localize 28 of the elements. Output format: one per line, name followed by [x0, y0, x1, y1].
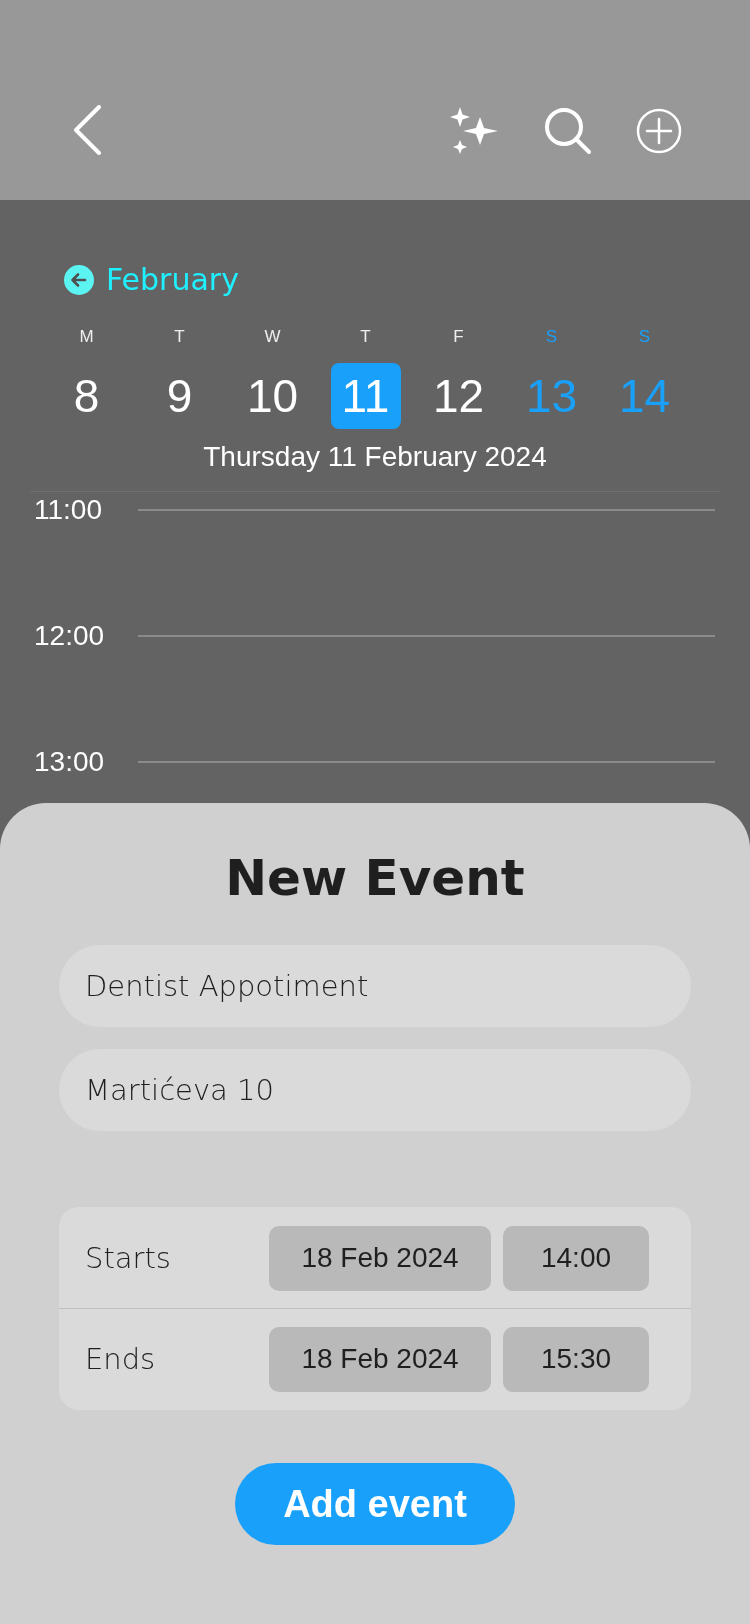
sheet-title: New Event: [225, 849, 525, 907]
month-link[interactable]: February: [106, 262, 239, 297]
search-icon[interactable]: [544, 107, 592, 155]
back-icon[interactable]: [72, 105, 102, 155]
weekday-label: T: [174, 327, 185, 348]
time-label: Starts: [85, 1241, 172, 1275]
hour-label: 11:00: [34, 494, 103, 526]
date-picker[interactable]: 18 Feb 2024: [269, 1225, 491, 1291]
weekday-label: S: [638, 327, 651, 348]
date-heading: Thursday 11 February 2024: [202, 441, 548, 473]
time-picker[interactable]: 15:30: [503, 1326, 649, 1392]
hour-label: 13:00: [34, 746, 106, 778]
hour-label: 12:00: [34, 620, 106, 652]
date-picker[interactable]: 18 Feb 2024: [269, 1326, 491, 1392]
day-number[interactable]: 8: [51, 363, 122, 429]
weekday-label: S: [545, 327, 558, 348]
time-label: Ends: [85, 1342, 157, 1376]
weekday-label: F: [453, 327, 464, 348]
add-icon[interactable]: [636, 108, 682, 154]
day-number[interactable]: 10: [237, 363, 308, 429]
text-field[interactable]: Martićeva 10: [59, 1049, 691, 1131]
weekday-label: M: [79, 327, 94, 348]
text-field[interactable]: Dentist Appotiment: [59, 945, 691, 1027]
time-picker[interactable]: 14:00: [503, 1225, 649, 1291]
weekday-label: T: [360, 327, 371, 348]
weekday-label: W: [264, 327, 281, 348]
day-number[interactable]: 9: [144, 363, 215, 429]
day-number[interactable]: 12: [423, 363, 494, 429]
